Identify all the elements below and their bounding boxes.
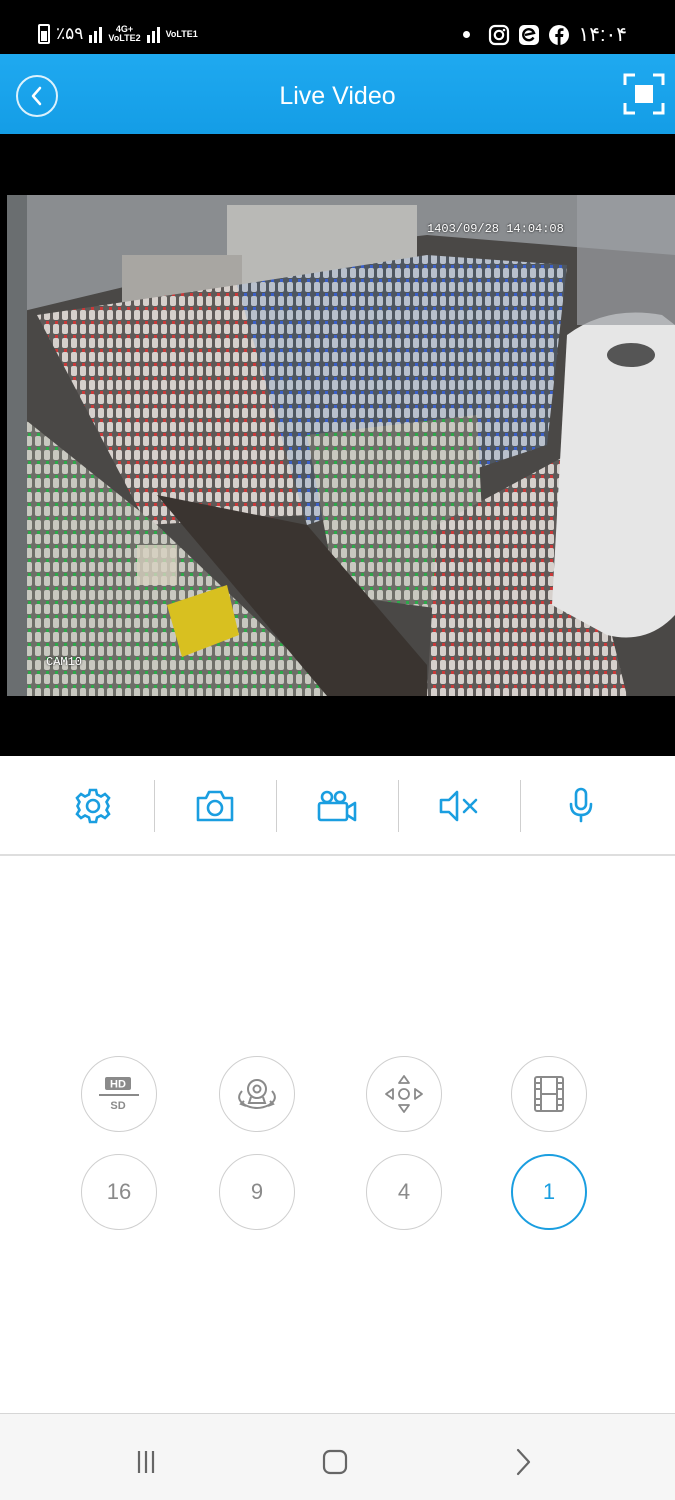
camera-feed-image [7,195,675,696]
svg-text:SD: SD [110,1100,125,1112]
signal-icon-2 [146,25,160,43]
system-nav-bar [0,1413,675,1500]
battery-icon [38,24,50,44]
split-16-button[interactable]: 16 [81,1154,157,1230]
fullscreen-button[interactable] [623,73,665,115]
status-left: ٪۵۹ 4G+ VoLTE2 VoLTE1 [38,24,198,44]
battery-percent: ٪۵۹ [56,24,84,43]
fisheye-view-button[interactable] [219,1056,295,1132]
chevron-right-icon [516,1448,531,1476]
toolbar-divider [520,780,521,832]
back-nav-button[interactable] [503,1442,543,1482]
ptz-arrows-icon [385,1075,423,1113]
home-button[interactable] [315,1442,355,1482]
talk-button[interactable] [551,780,611,832]
mute-button[interactable] [429,780,489,832]
video-camera-icon [317,790,357,822]
network-type-2: VoLTE1 [165,28,198,39]
gear-icon [75,788,111,824]
microphone-icon [569,787,593,823]
film-icon [534,1076,564,1112]
split-9-button[interactable]: 9 [219,1154,295,1230]
split-1-button[interactable]: 1 [511,1154,587,1230]
facebook-icon [549,24,570,45]
toolbar-divider [398,780,399,832]
status-bar: ٪۵۹ 4G+ VoLTE2 VoLTE1 ۱۴:۰۴ [0,0,675,54]
recent-apps-icon [137,1451,155,1473]
playback-button[interactable] [511,1056,587,1132]
video-player[interactable]: 1403/09/28 14:04:08 CAM10 [0,134,675,756]
camera-icon [196,790,234,822]
status-right: ۱۴:۰۴ [463,22,627,47]
video-toolbar [0,756,675,856]
snapshot-button[interactable] [185,780,245,832]
camera-label: CAM10 [46,655,83,669]
recent-apps-button[interactable] [126,1442,166,1482]
ptz-control-button[interactable] [366,1056,442,1132]
toolbar-divider [276,780,277,832]
toolbar-divider [154,780,155,832]
notification-dot-icon [463,31,471,38]
signal-icon [89,25,103,43]
app-e-icon [519,24,540,45]
hd-sd-icon: HD SD [99,1077,139,1112]
record-button[interactable] [307,780,367,832]
network-type-1: 4G+ VoLTE2 [108,24,141,43]
speaker-mute-icon [439,790,478,822]
clock: ۱۴:۰۴ [578,24,627,46]
fullscreen-icon [623,73,665,115]
home-icon [322,1449,348,1475]
instagram-icon [489,24,510,45]
split-4-button[interactable]: 4 [366,1154,442,1230]
camera-feed[interactable]: 1403/09/28 14:04:08 CAM10 [7,195,675,696]
page-title: Live Video [279,82,396,110]
svg-text:HD: HD [110,1079,126,1091]
app-header: Live Video [0,54,675,134]
settings-button[interactable] [63,780,123,832]
video-timestamp: 1403/09/28 14:04:08 [427,222,564,236]
hd-sd-toggle-button[interactable]: HD SD [81,1056,157,1132]
fisheye-camera-icon [238,1079,276,1109]
